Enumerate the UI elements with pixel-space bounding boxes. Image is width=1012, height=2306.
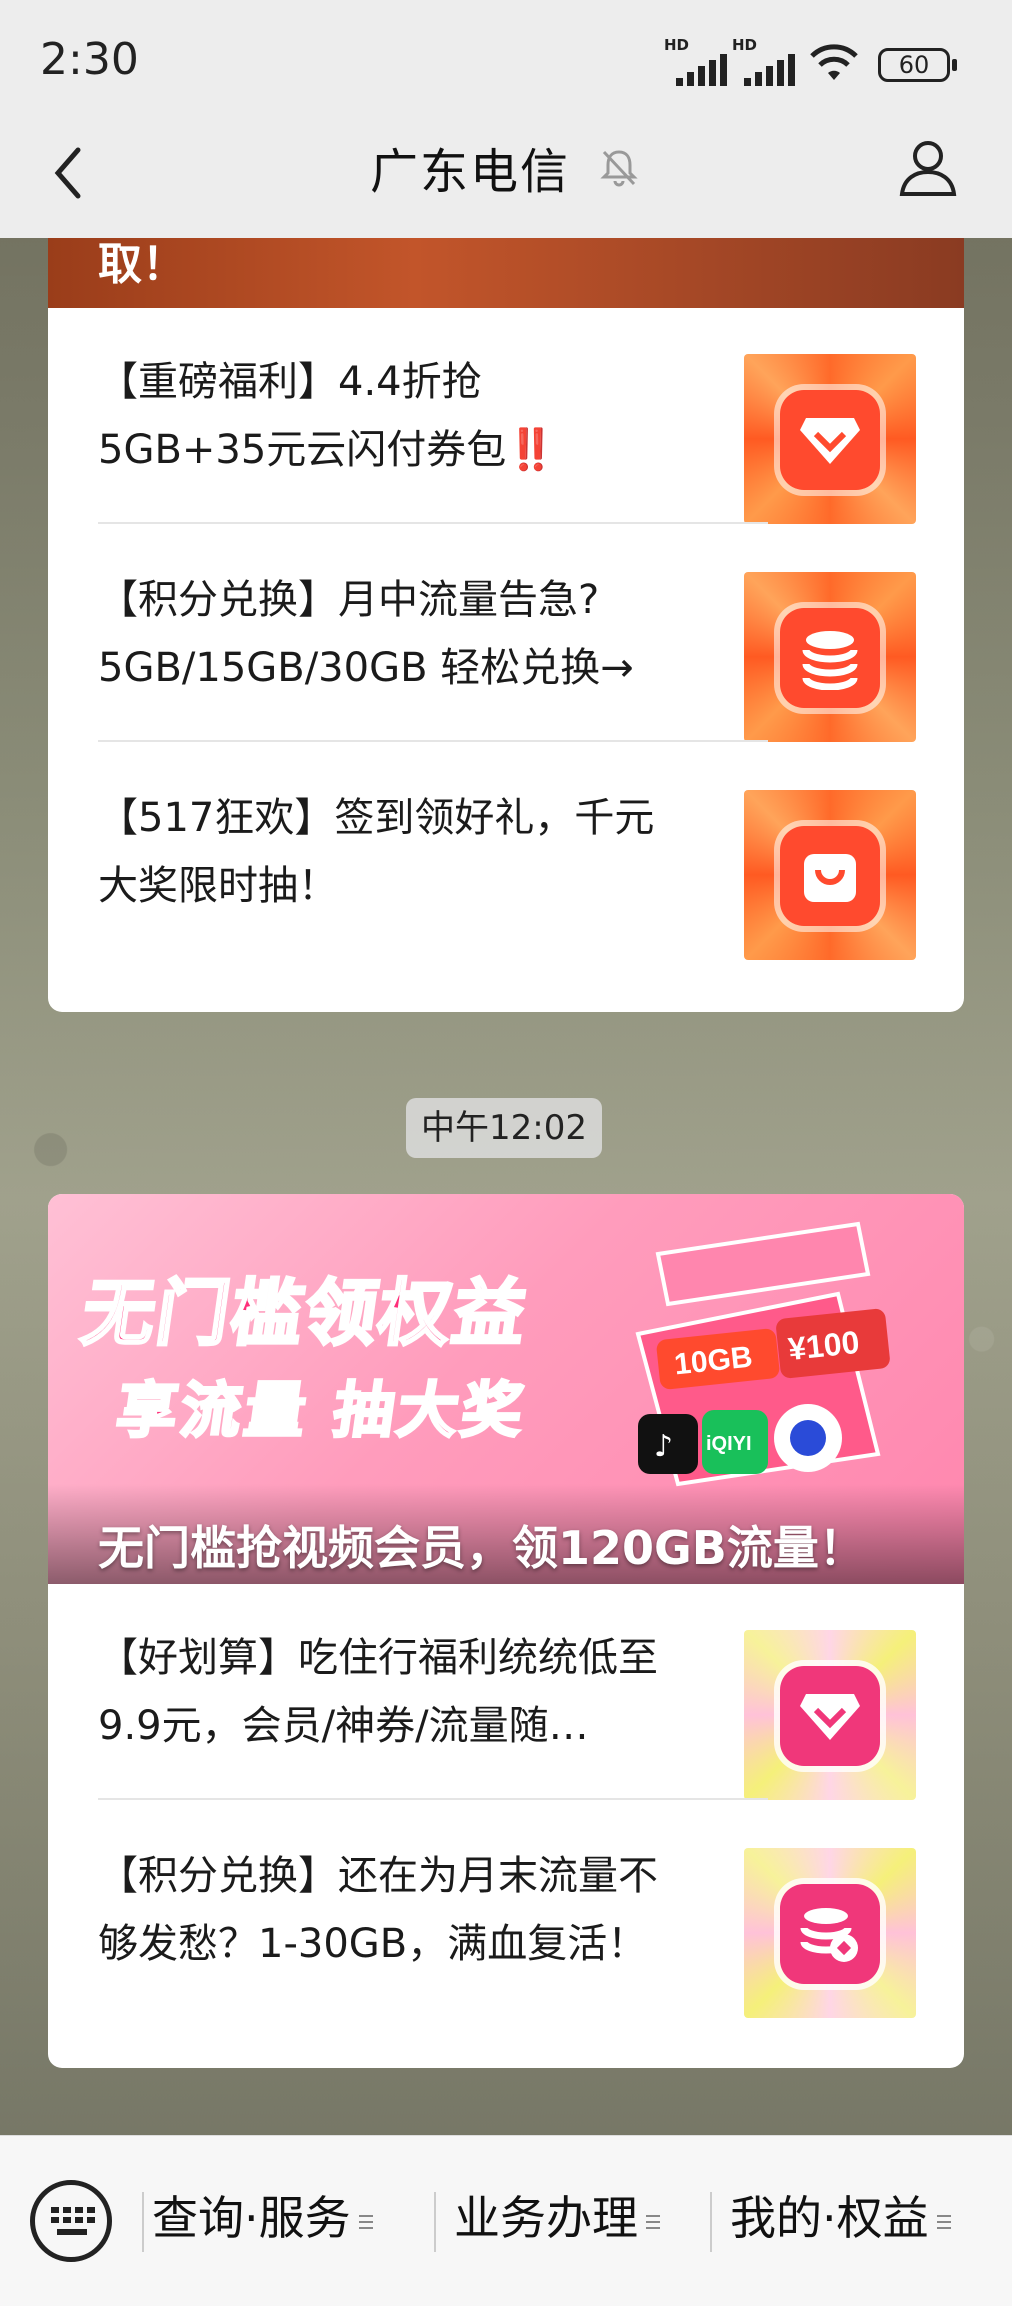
article-thumbnail xyxy=(744,572,916,742)
user-icon[interactable] xyxy=(896,136,960,200)
article-title-line2: 5GB+35元云闪付券包‼️ xyxy=(98,427,557,473)
shopping-bag-icon xyxy=(780,826,880,926)
diamond-coupon-icon xyxy=(780,390,880,490)
article-title-line2: 5GB/15GB/30GB 轻松兑换→ xyxy=(98,645,634,691)
article-item[interactable]: 【重磅福利】4.4折抢 5GB+35元云闪付券包‼️ xyxy=(48,308,964,524)
article-title-line2: 够发愁？1-30GB，满血复活！ xyxy=(98,1921,648,1967)
bottom-menu-bar: 查询·服务 业务办理 我的·权益 xyxy=(0,2135,1012,2306)
article-title-line1: 【重磅福利】4.4折抢 xyxy=(98,359,482,405)
article-title-line1: 【积分兑换】月中流量告急? xyxy=(98,577,600,623)
menu-item-business[interactable]: 业务办理 xyxy=(454,2176,660,2260)
status-time: 2:30 xyxy=(40,34,139,85)
previous-banner-fragment[interactable]: 取！ xyxy=(48,238,964,308)
banner-image[interactable]: 无门槛领权益 享流量 抽大奖 10GB ¥100 ♪ iQIYI 无门槛抢视频会… xyxy=(48,1194,964,1584)
battery-icon: 60 xyxy=(878,48,957,82)
gift-box-illustration: 10GB ¥100 ♪ iQIYI xyxy=(635,1221,890,1487)
banner-subtitle: 享流量 抽大奖 xyxy=(111,1375,533,1448)
article-title-line1: 【积分兑换】还在为月末流量不 xyxy=(98,1853,658,1899)
coin-stack-icon xyxy=(780,608,880,708)
page-title: 广东电信 xyxy=(370,144,571,200)
coin-stack-icon xyxy=(780,1884,880,1984)
bell-muted-icon xyxy=(600,150,638,187)
svg-text:♪: ♪ xyxy=(654,1429,673,1464)
article-title-line1: 【517狂欢】签到领好礼，千元 xyxy=(98,795,655,841)
menu-item-query-service[interactable]: 查询·服务 xyxy=(152,2176,373,2260)
menu-lines-icon xyxy=(936,2211,951,2233)
diamond-coupon-icon xyxy=(780,1666,880,1766)
article-thumbnail xyxy=(744,790,916,960)
article-thumbnail xyxy=(744,1848,916,2018)
chevron-left-icon[interactable] xyxy=(44,138,94,208)
article-title-line1: 【好划算】吃住行福利统统低至 xyxy=(98,1635,658,1681)
article-item[interactable]: 【517狂欢】签到领好礼，千元 大奖限时抽！ xyxy=(48,744,964,960)
article-title-line2: 大奖限时抽！ xyxy=(98,863,338,909)
svg-text:iQIYI: iQIYI xyxy=(706,1433,752,1455)
keyboard-icon[interactable] xyxy=(30,2180,112,2262)
status-bar: 2:30 HD HD 60 xyxy=(0,0,1012,120)
article-item[interactable]: 【好划算】吃住行福利统统低至 9.9元，会员/神券/流量随… xyxy=(48,1584,964,1800)
article-item[interactable]: 【积分兑换】还在为月末流量不 够发愁？1-30GB，满血复活！ xyxy=(48,1802,964,2018)
menu-lines-icon xyxy=(358,2211,373,2233)
article-thumbnail xyxy=(744,354,916,524)
message-timestamp: 中午12:02 xyxy=(406,1098,602,1158)
banner-caption: 无门槛抢视频会员，领120GB流量！ xyxy=(98,1521,865,1575)
wifi-icon xyxy=(810,44,858,80)
banner-title: 无门槛领权益 xyxy=(76,1270,535,1357)
article-card: 【重磅福利】4.4折抢 5GB+35元云闪付券包‼️ 【积分兑换】月中流量告急?… xyxy=(48,308,964,1012)
svg-text:¥100: ¥100 xyxy=(786,1324,861,1367)
menu-item-my-benefits[interactable]: 我的·权益 xyxy=(730,2176,951,2260)
article-item[interactable]: 【积分兑换】月中流量告急? 5GB/15GB/30GB 轻松兑换→ xyxy=(48,526,964,742)
menu-lines-icon xyxy=(646,2211,660,2233)
article-card: 无门槛领权益 享流量 抽大奖 10GB ¥100 ♪ iQIYI 无门槛抢视频会… xyxy=(48,1194,964,2068)
article-thumbnail xyxy=(744,1630,916,1800)
article-title-line2: 9.9元，会员/神券/流量随… xyxy=(98,1703,589,1749)
